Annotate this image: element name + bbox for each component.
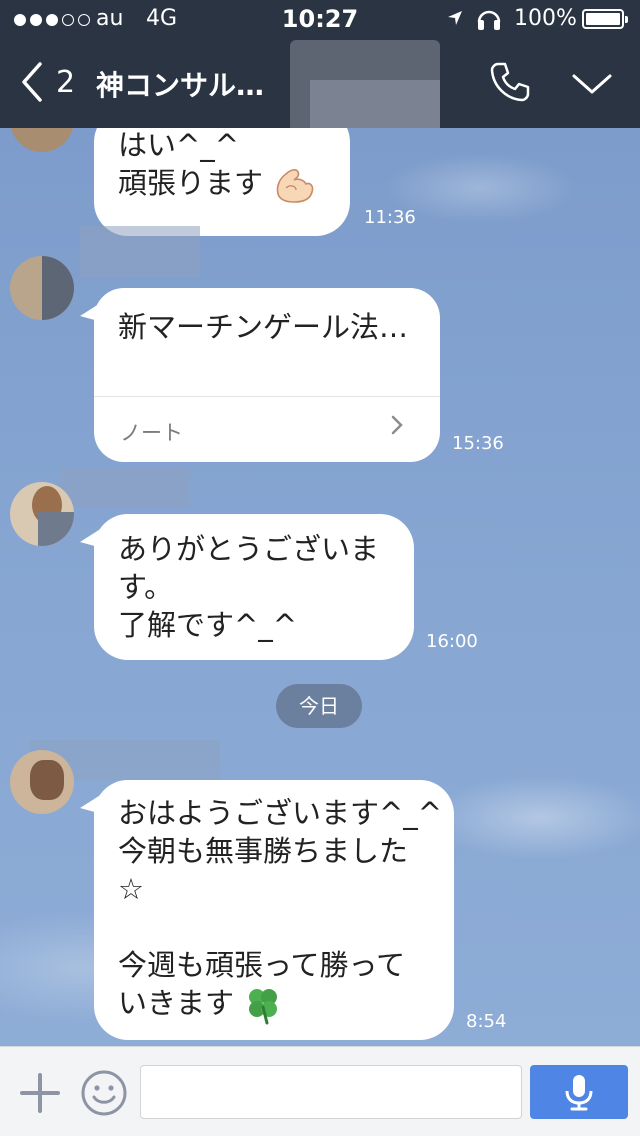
sender-avatar[interactable]: [10, 256, 74, 320]
sender-avatar[interactable]: [10, 750, 74, 814]
voice-message-button[interactable]: [530, 1065, 628, 1119]
four-leaf-clover-icon: [249, 989, 278, 1025]
message-bubble[interactable]: はい^_^ 頑張ります: [94, 128, 350, 236]
chat-title: 神コンサル…: [96, 69, 265, 102]
status-bar: au 4G 10:27 100%: [0, 0, 640, 40]
headphones-icon: [477, 10, 501, 30]
message-bubble[interactable]: ありがとうございま す。 了解です^_^: [80, 514, 414, 660]
chat-header: 2 神コンサル…: [0, 40, 640, 132]
message-time: 15:36: [452, 433, 504, 454]
message-text: ありがとうございま: [118, 532, 380, 566]
divider: [94, 396, 440, 397]
redacted-name-blur: [60, 468, 190, 508]
chevron-down-icon[interactable]: [570, 70, 614, 98]
note-share-bubble[interactable]: 新マーチンゲール法… ノート: [80, 288, 440, 462]
emoji-smile-icon[interactable]: [80, 1069, 128, 1117]
battery-percentage: 100%: [514, 6, 577, 31]
note-label: ノート: [120, 421, 183, 445]
day-divider: 今日: [276, 684, 362, 728]
phone-call-icon[interactable]: [488, 60, 532, 104]
flexed-biceps-icon: [276, 169, 314, 203]
chat-area[interactable]: はい^_^ 頑張ります 11:36 新マーチンゲール法… ノート 15:36 あ…: [0, 128, 640, 1046]
microphone-icon: [565, 1075, 593, 1111]
message-text: 今朝も無事勝ちました: [118, 834, 409, 868]
message-text: ☆: [118, 872, 144, 906]
message-input-bar: [0, 1046, 640, 1136]
message-text: おはようございます^_^: [118, 796, 443, 830]
message-text: 了解です^_^: [118, 608, 298, 642]
chevron-right-icon: [391, 415, 403, 435]
redacted-title-blur: [310, 80, 440, 132]
note-title: 新マーチンゲール法…: [118, 310, 409, 344]
message-text: す。: [118, 570, 174, 604]
sender-avatar[interactable]: [10, 482, 74, 546]
message-bubble[interactable]: おはようございます^_^ 今朝も無事勝ちました ☆ 今週も頑張って勝って いきま…: [80, 780, 454, 1040]
message-input[interactable]: [140, 1065, 522, 1119]
plus-icon[interactable]: [20, 1073, 60, 1113]
message-time: 16:00: [426, 631, 478, 652]
back-unread-count[interactable]: 2: [56, 65, 75, 100]
sender-avatar[interactable]: [10, 128, 74, 152]
message-text: [118, 908, 454, 946]
back-chevron-icon[interactable]: [18, 60, 46, 104]
message-time: 8:54: [466, 1011, 507, 1032]
location-arrow-icon: [448, 11, 462, 25]
redacted-name-blur: [80, 226, 200, 278]
message-text: 今週も頑張って勝って: [118, 948, 406, 982]
message-text: はい^_^: [118, 128, 240, 162]
battery-icon: [582, 9, 628, 29]
message-text: 頑張ります: [118, 166, 264, 200]
top-bar: au 4G 10:27 100% 2 神コンサル…: [0, 0, 640, 132]
message-time: 11:36: [364, 207, 416, 228]
message-text: いきます: [118, 986, 235, 1020]
